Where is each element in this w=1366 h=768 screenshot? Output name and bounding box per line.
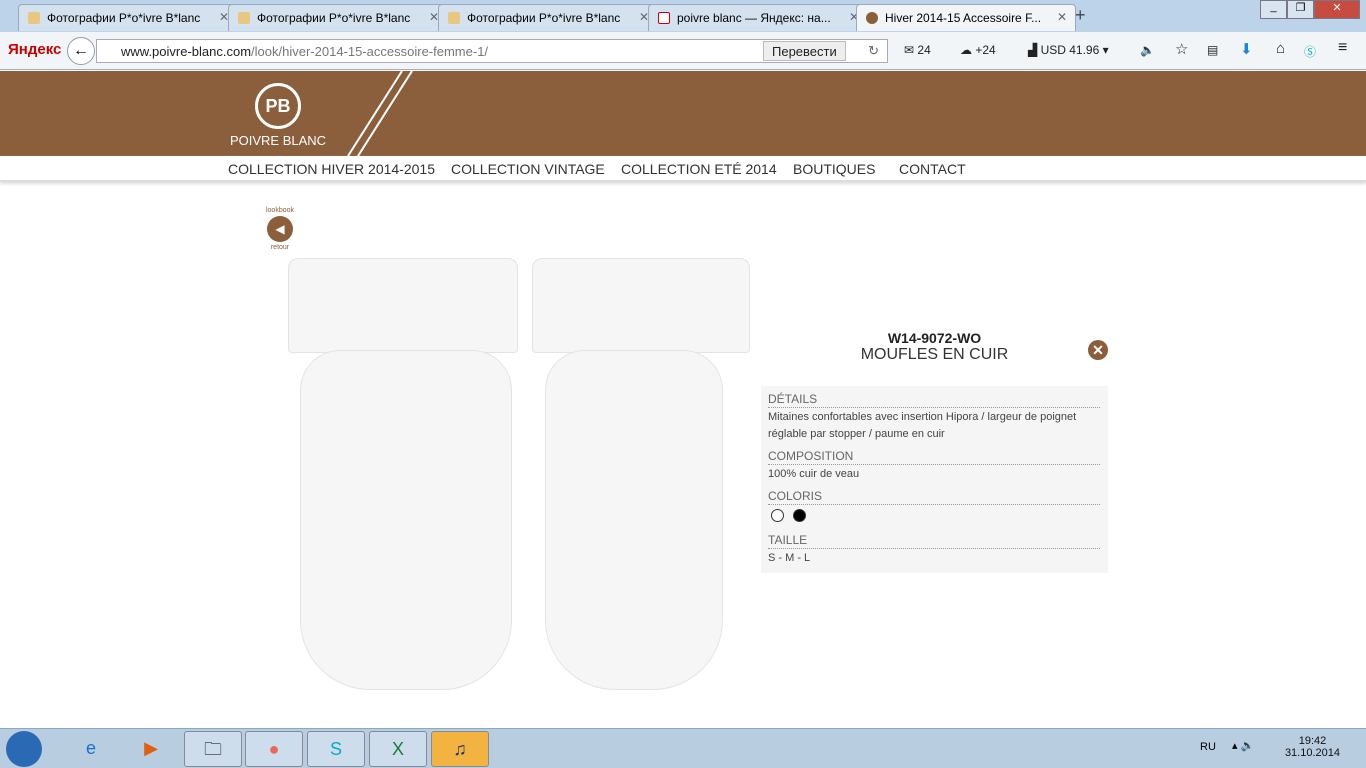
itunes-icon[interactable]: ♫ [431, 731, 489, 767]
yandex-favicon-icon [658, 12, 670, 24]
tab-label: Hiver 2014-15 Accessoire F... [885, 11, 1042, 25]
logo-monogram: PB [255, 83, 301, 129]
mitten-left-cuff [288, 258, 518, 353]
speaker-icon[interactable]: 🔈 [1140, 43, 1155, 57]
site-menu: COLLECTION HIVER 2014-2015 COLLECTION VI… [0, 156, 1366, 182]
close-window-button[interactable]: ✕ [1314, 0, 1360, 19]
favicon-icon [28, 12, 40, 24]
yandex-logo[interactable]: Яндекс [8, 41, 61, 58]
weather-widget[interactable]: ☁ +24 [960, 43, 996, 57]
poivre-blanc-logo[interactable]: PB POIVRE BLANC [228, 83, 328, 148]
mitten-left-image [300, 350, 512, 690]
reading-list-icon[interactable]: ▤ [1207, 43, 1218, 57]
menu-collection-ete[interactable]: COLLECTION ETÉ 2014 [621, 161, 777, 177]
tab-label: Фотографии P*o*ivre B*lanc [467, 11, 621, 25]
colors-label: COLORIS [768, 489, 1100, 505]
color-swatches [768, 505, 1100, 527]
menu-icon[interactable]: ≡ [1338, 39, 1347, 57]
back-arrow-icon: ◀ [267, 216, 293, 242]
tab-1[interactable]: Фотографии P*o*ivre B*lanc ✕ [18, 4, 238, 31]
translate-button[interactable]: Перевести [763, 41, 846, 61]
menu-contact[interactable]: CONTACT [899, 161, 966, 177]
currency-widget[interactable]: ▟ USD 41.96 ▾ [1028, 43, 1109, 57]
new-tab-button[interactable]: + [1075, 5, 1086, 26]
menu-collection-hiver[interactable]: COLLECTION HIVER 2014-2015 [228, 161, 435, 177]
product-panel: W14-9072-WO MOUFLES EN CUIR ✕ DÉTAILS Mi… [761, 330, 1108, 573]
firefox-icon[interactable]: ● [245, 731, 303, 767]
header-decor-lines [347, 71, 413, 156]
product-info: DÉTAILS Mitaines confortables avec inser… [761, 386, 1108, 573]
mail-widget[interactable]: ✉ 24 [904, 43, 931, 57]
favicon-icon [238, 12, 250, 24]
language-indicator[interactable]: RU [1200, 741, 1216, 753]
details-text: Mitaines confortables avec insertion Hip… [768, 411, 1077, 440]
composition-label: COMPOSITION [768, 449, 1100, 465]
download-icon[interactable]: ⬇ [1240, 40, 1253, 58]
composition-text: 100% cuir de veau [768, 468, 860, 480]
bookmark-star-icon[interactable]: ☆ [1175, 40, 1188, 58]
color-swatch-black[interactable] [793, 509, 806, 522]
sizes-text: S - M - L [768, 552, 811, 564]
mail-count: 24 [917, 43, 931, 57]
ie-icon[interactable]: e [62, 731, 120, 767]
logo-name: POIVRE BLANC [229, 133, 327, 148]
product-name: MOUFLES EN CUIR [860, 346, 1009, 363]
url-bar[interactable]: www.poivre-blanc.com/look/hiver-2014-15-… [96, 39, 888, 63]
tab-label: poivre blanc — Яндекс: на... [677, 11, 831, 25]
product-code: W14-9072-WO [887, 330, 982, 346]
size-label: TAILLE [768, 533, 1100, 549]
minimize-button[interactable]: _ [1260, 0, 1287, 19]
lookbook-back-button[interactable]: lookbook ◀ retour [260, 207, 300, 251]
retour-label: retour [270, 244, 290, 251]
url-path: /look/hiver-2014-15-accessoire-femme-1/ [251, 44, 489, 59]
media-player-icon[interactable]: ▶ [122, 731, 180, 767]
menu-boutiques[interactable]: BOUTIQUES [793, 161, 875, 177]
explorer-icon[interactable]: 🗀 [184, 731, 242, 767]
favicon-icon [448, 12, 460, 24]
home-icon[interactable]: ⌂ [1276, 40, 1285, 57]
tray-icons[interactable]: ▴ 🔈 [1232, 739, 1254, 752]
tab-strip: Фотографии P*o*ivre B*lanc ✕ Фотографии P… [0, 0, 1366, 32]
skype-taskbar-icon[interactable]: S [307, 731, 365, 767]
color-swatch-white[interactable] [771, 509, 784, 522]
url-domain: www.poivre-blanc.com [121, 44, 252, 59]
tab-label: Фотографии P*o*ivre B*lanc [257, 11, 411, 25]
excel-icon[interactable]: X [369, 731, 427, 767]
reload-icon[interactable]: ↻ [868, 43, 879, 59]
menu-collection-vintage[interactable]: COLLECTION VINTAGE [451, 161, 605, 177]
mitten-right-cuff [532, 258, 750, 353]
tab-3[interactable]: Фотографии P*o*ivre B*lanc ✕ [438, 4, 658, 31]
site-header: PB POIVRE BLANC [0, 71, 1366, 156]
details-label: DÉTAILS [768, 392, 1100, 408]
back-button[interactable]: ← [67, 37, 95, 65]
navigation-bar: Яндекс ← www.poivre-blanc.com/look/hiver… [0, 32, 1366, 70]
weather-temp: +24 [975, 43, 996, 57]
maximize-button[interactable]: ❐ [1287, 0, 1314, 19]
clock[interactable]: 19:42 31.10.2014 [1285, 735, 1340, 759]
start-button[interactable] [6, 731, 42, 767]
taskbar: e ▶ 🗀 ● S X ♫ RU ▴ 🔈 19:42 31.10.2014 [0, 728, 1366, 768]
time: 19:42 [1298, 735, 1327, 747]
tab-label: Фотографии P*o*ivre B*lanc [47, 11, 201, 25]
tab-2[interactable]: Фотографии P*o*ivre B*lanc ✕ [228, 4, 448, 31]
favicon-icon [866, 12, 878, 24]
tab-5-active[interactable]: Hiver 2014-15 Accessoire F... ✕ [856, 4, 1076, 31]
lookbook-label: lookbook [265, 207, 295, 214]
tab-4[interactable]: poivre blanc — Яндекс: на... ✕ [648, 4, 868, 31]
close-tab-icon[interactable]: ✕ [1057, 10, 1067, 24]
date: 31.10.2014 [1284, 747, 1340, 759]
currency-rate: USD 41.96 [1040, 43, 1100, 57]
mitten-right-image [545, 350, 723, 690]
skype-icon[interactable]: Ⓢ [1304, 43, 1316, 60]
close-icon[interactable]: ✕ [1088, 340, 1108, 360]
